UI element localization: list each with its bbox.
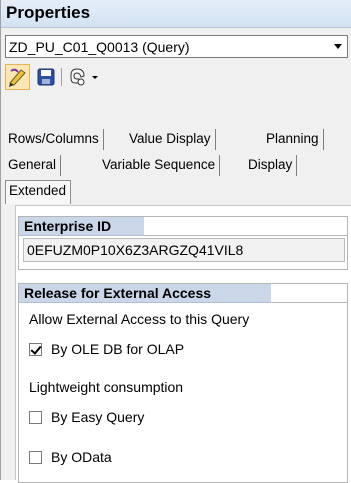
ole-db-checkbox[interactable] — [29, 343, 42, 356]
enterprise-id-group: Enterprise ID 0EFUZM0P10X6Z3ARGZQ41VIL8 — [18, 216, 348, 270]
edit-icon — [9, 68, 26, 87]
odata-label: By OData — [51, 449, 112, 465]
toolbar-separator — [61, 68, 62, 86]
ole-db-label: By OLE DB for OLAP — [51, 341, 185, 357]
panel-title: Properties — [1, 0, 351, 28]
easy-query-label: By Easy Query — [51, 409, 145, 425]
query-selector-value: ZD_PU_C01_Q0013 (Query) — [9, 39, 190, 55]
toolbar — [5, 64, 348, 90]
save-icon — [37, 68, 55, 86]
properties-panel: Properties ZD_PU_C01_Q0013 (Query) Rows/… — [0, 0, 351, 483]
lightweight-consumption-label: Lightweight consumption — [29, 379, 184, 395]
easy-query-checkbox[interactable] — [29, 411, 42, 424]
edit-button[interactable] — [5, 64, 30, 90]
odata-checkbox[interactable] — [29, 451, 42, 464]
group-header-line — [271, 284, 347, 303]
enterprise-id-header: Enterprise ID — [19, 217, 144, 236]
tab-planning[interactable]: Planning — [263, 129, 324, 150]
group-header-line — [144, 217, 347, 236]
query-selector[interactable]: ZD_PU_C01_Q0013 (Query) — [5, 35, 348, 58]
tab-variable-sequence[interactable]: Variable Sequence — [99, 155, 221, 176]
tab-rows-columns[interactable]: Rows/Columns — [5, 129, 104, 150]
tech-name-icon — [70, 68, 85, 86]
tab-display[interactable]: Display — [245, 155, 298, 176]
tab-general[interactable]: General — [5, 155, 62, 176]
tab-extended[interactable]: Extended — [5, 180, 72, 204]
technical-names-button[interactable] — [67, 64, 101, 90]
dropdown-arrow-icon — [92, 76, 98, 79]
tab-value-display[interactable]: Value Display — [126, 129, 216, 150]
chevron-down-icon[interactable] — [329, 36, 347, 57]
release-external-access-header: Release for External Access — [19, 284, 271, 303]
enterprise-id-value[interactable]: 0EFUZM0P10X6Z3ARGZQ41VIL8 — [23, 238, 345, 262]
release-external-access-group: Release for External Access Allow Extern… — [18, 283, 348, 483]
save-button[interactable] — [35, 64, 57, 90]
extended-tab-content: Enterprise ID 0EFUZM0P10X6Z3ARGZQ41VIL8 … — [15, 205, 351, 483]
allow-external-access-label: Allow External Access to this Query — [29, 311, 250, 327]
